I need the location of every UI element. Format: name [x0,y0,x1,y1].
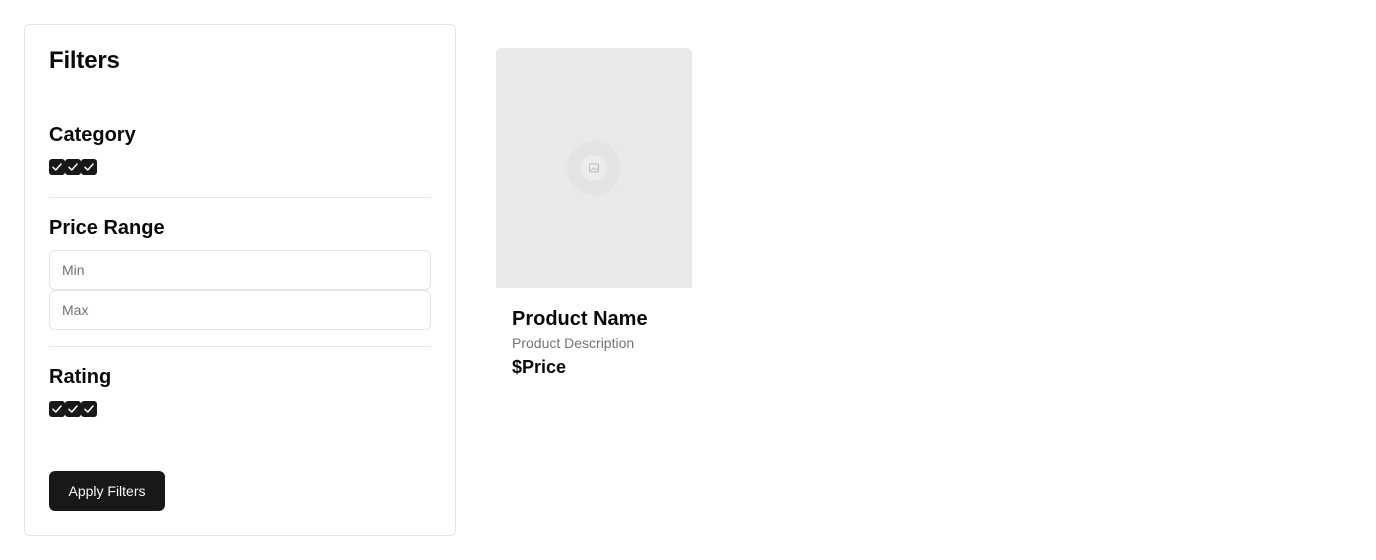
category-checkbox[interactable] [65,159,81,175]
page: Filters Category Price Range Rating [0,0,1376,560]
section-divider [49,346,431,347]
section-divider [49,197,431,198]
check-icon [68,163,78,171]
product-info: Product Name Product Description $Price [496,288,692,379]
rating-section-title: Rating [49,366,112,388]
check-icon [52,163,62,171]
image-placeholder-icon [564,138,624,198]
category-section-title: Category [49,124,136,146]
product-card[interactable]: Product Name Product Description $Price [496,48,692,379]
category-checkbox[interactable] [49,159,65,175]
check-icon [68,405,78,413]
product-name: Product Name [512,308,648,330]
product-description: Product Description [512,335,635,351]
check-icon [84,405,94,413]
price-max-input[interactable] [49,290,431,330]
rating-checkbox[interactable] [81,401,97,417]
price-range-section-title: Price Range [49,217,165,239]
rating-checkbox[interactable] [49,401,65,417]
product-image [496,48,692,288]
category-checkbox[interactable] [81,159,97,175]
filters-panel: Filters Category Price Range Rating [24,24,456,536]
product-price: $Price [512,357,567,377]
rating-checkbox[interactable] [65,401,81,417]
filters-title: Filters [49,47,120,74]
check-icon [84,163,94,171]
check-icon [52,405,62,413]
rating-checkbox-group [49,401,97,417]
price-min-input[interactable] [49,250,431,290]
category-checkbox-group [49,159,97,175]
apply-filters-button[interactable]: Apply Filters [49,471,165,511]
